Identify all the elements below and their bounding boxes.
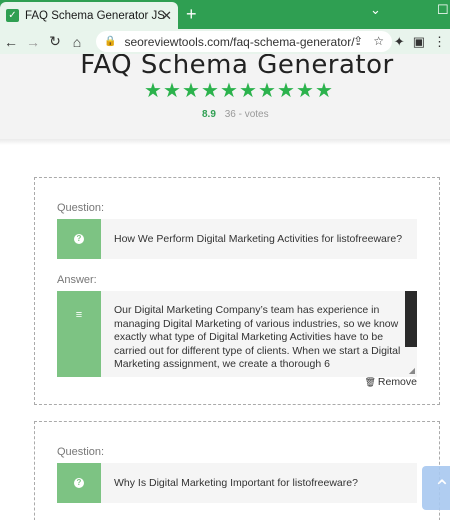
reload-icon[interactable]: ↻ <box>44 33 66 50</box>
forward-icon[interactable]: → <box>22 34 44 50</box>
star-icon[interactable]: ★ <box>163 81 181 101</box>
back-icon[interactable]: ← <box>0 34 22 50</box>
rating-votes: 36 - votes <box>224 109 269 120</box>
star-icon[interactable]: ★ <box>296 81 314 101</box>
rating-summary: 8.9 36 - votes <box>202 109 269 120</box>
scroll-to-top-button[interactable]: ⌃ <box>422 466 450 510</box>
tab-close-icon[interactable]: ✕ <box>161 8 172 24</box>
maximize-icon[interactable]: ☐ <box>437 2 449 18</box>
faq-item: Question: ? Why Is Digital Marketing Imp… <box>34 421 440 520</box>
nav-bar: ← → ↻ ⌂ 🔒 seoreviewtools.com/faq-schema-… <box>0 29 450 54</box>
star-icon[interactable]: ★ <box>239 81 257 101</box>
address-bar[interactable]: 🔒 seoreviewtools.com/faq-schema-generato… <box>96 31 392 52</box>
star-icon[interactable]: ★ <box>258 81 276 101</box>
menu-icon[interactable]: ⋮ <box>433 29 446 54</box>
answer-icon-badge: ≡ <box>57 291 101 377</box>
answer-field[interactable]: ≡ Our Digital Marketing Company’s team h… <box>57 291 417 377</box>
star-icon[interactable]: ★ <box>315 81 333 101</box>
panel-divider <box>0 139 450 145</box>
extensions-icon[interactable]: ✦ <box>394 29 405 54</box>
page-title: FAQ Schema Generator <box>80 54 394 80</box>
question-mark-icon: ? <box>74 478 84 488</box>
question-label: Question: <box>57 202 105 214</box>
text-lines-icon: ≡ <box>75 309 83 321</box>
home-icon[interactable]: ⌂ <box>66 34 88 50</box>
question-field[interactable]: ? How We Perform Digital Marketing Activ… <box>57 219 417 259</box>
answer-label: Answer: <box>57 274 97 286</box>
star-icon[interactable]: ★ <box>144 81 162 101</box>
tab-bar: ✓ FAQ Schema Generator JSON-LD ✕ + ⌄ ☐ <box>0 0 450 29</box>
question-mark-icon: ? <box>74 234 84 244</box>
faq-item: Question: ? How We Perform Digital Marke… <box>34 177 440 405</box>
sidebar-icon[interactable]: ▣ <box>413 29 425 54</box>
chevron-down-icon[interactable]: ⌄ <box>370 2 381 18</box>
remove-button[interactable]: 🗑 Remove <box>364 376 417 388</box>
question-field[interactable]: ? Why Is Digital Marketing Important for… <box>57 463 417 503</box>
question-input[interactable]: How We Perform Digital Marketing Activit… <box>101 219 402 259</box>
rating-stars[interactable]: ★ ★ ★ ★ ★ ★ ★ ★ ★ ★ <box>144 81 333 101</box>
new-tab-button[interactable]: + <box>186 4 197 25</box>
question-input[interactable]: Why Is Digital Marketing Important for l… <box>101 463 358 503</box>
favicon-check-icon: ✓ <box>6 9 19 22</box>
remove-label: Remove <box>377 376 417 388</box>
trash-icon: 🗑 <box>364 377 376 387</box>
lock-icon[interactable]: 🔒 <box>104 36 116 47</box>
star-icon[interactable]: ★ <box>182 81 200 101</box>
question-icon-badge: ? <box>57 219 101 259</box>
answer-textarea[interactable]: Our Digital Marketing Company’s team has… <box>101 291 417 377</box>
question-icon-badge: ? <box>57 463 101 503</box>
bookmark-star-icon[interactable]: ☆ <box>373 31 384 52</box>
browser-tab[interactable]: ✓ FAQ Schema Generator JSON-LD ✕ <box>0 2 178 29</box>
tab-title: FAQ Schema Generator JSON-LD <box>25 9 165 22</box>
star-icon[interactable]: ★ <box>277 81 295 101</box>
question-label: Question: <box>57 446 105 458</box>
star-icon[interactable]: ★ <box>220 81 238 101</box>
rating-score: 8.9 <box>202 109 216 120</box>
page-content: FAQ Schema Generator ★ ★ ★ ★ ★ ★ ★ ★ ★ ★ 8.9 36 -… <box>0 54 450 520</box>
resize-handle-icon[interactable]: ◢ <box>409 366 415 375</box>
url-text: seoreviewtools.com/faq-schema-generator/ <box>124 34 355 49</box>
scrollbar[interactable] <box>405 291 417 347</box>
star-icon[interactable]: ★ <box>201 81 219 101</box>
share-icon[interactable]: ⇪ <box>353 31 363 52</box>
